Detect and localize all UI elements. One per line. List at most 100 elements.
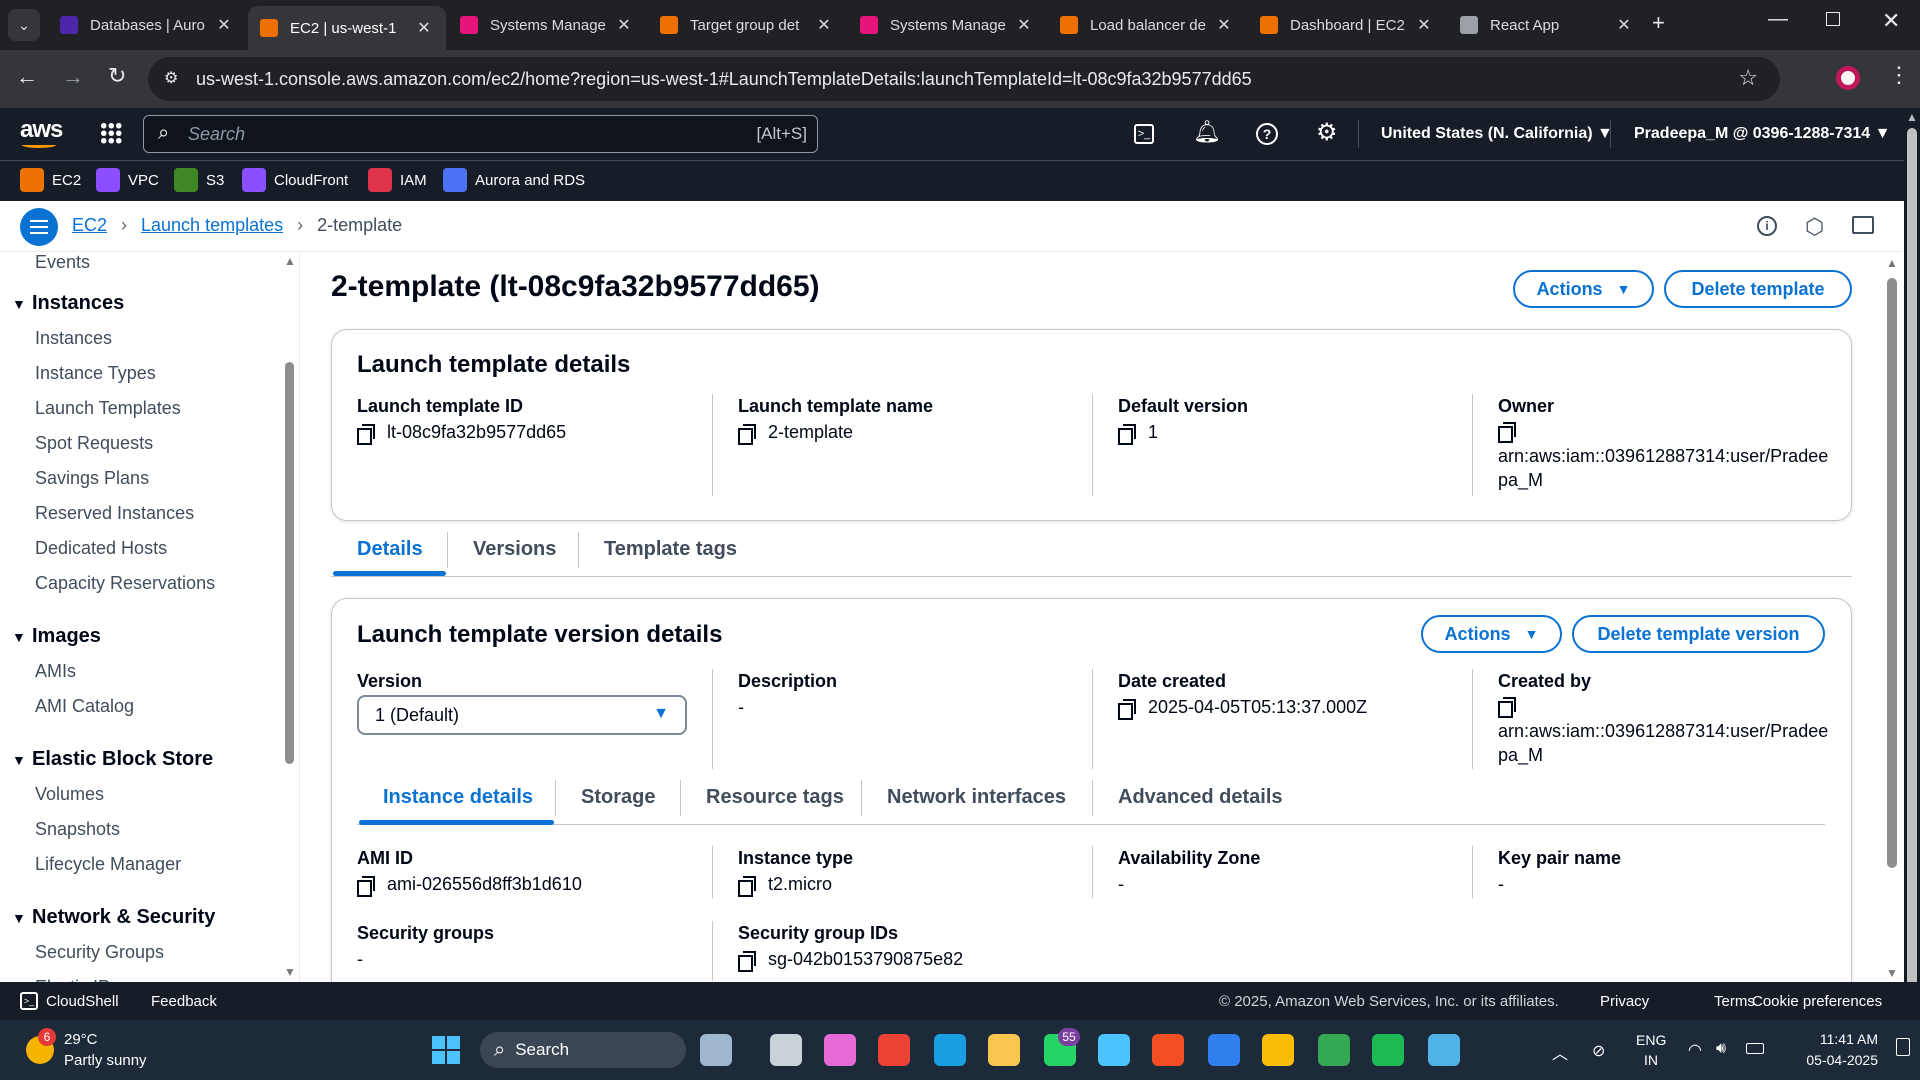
close-tab-icon[interactable]: ✕: [1614, 15, 1634, 35]
tab-template-tags[interactable]: Template tags: [604, 538, 737, 561]
terms-link[interactable]: Terms: [1714, 993, 1755, 1010]
sidebar-item[interactable]: Instances: [35, 328, 112, 349]
sidebar-item[interactable]: Security Groups: [35, 942, 164, 963]
browser-tab[interactable]: Load balancer de ✕: [1048, 6, 1246, 44]
region-selector[interactable]: United States (N. California) ▼: [1381, 125, 1613, 143]
clock-time[interactable]: 11:41 AM: [1788, 1031, 1878, 1047]
favorite-service[interactable]: S3: [174, 168, 224, 192]
bookmark-star-icon[interactable]: ☆: [1738, 65, 1758, 91]
sidebar-item-events[interactable]: Events: [35, 252, 90, 273]
copy-icon[interactable]: [1118, 698, 1136, 720]
copy-icon[interactable]: [738, 950, 756, 972]
copy-icon[interactable]: [1118, 423, 1136, 445]
close-tab-icon[interactable]: ✕: [614, 15, 634, 35]
battery-icon[interactable]: [1746, 1043, 1764, 1054]
volume-icon[interactable]: 🔊︎: [1716, 1040, 1726, 1058]
favorite-service[interactable]: EC2: [20, 168, 81, 192]
minimize-button[interactable]: —: [1768, 8, 1788, 31]
main-scrollbar-thumb[interactable]: [1887, 278, 1897, 868]
sidebar-section-header[interactable]: ▼ Images: [12, 625, 101, 648]
chrome-icon[interactable]: [878, 1034, 910, 1066]
feedback-link[interactable]: Feedback: [151, 993, 217, 1010]
language-in[interactable]: IN: [1644, 1052, 1658, 1068]
sidebar-item[interactable]: Lifecycle Manager: [35, 854, 181, 875]
settings-gear-icon[interactable]: ⚙: [1316, 118, 1338, 147]
cookie-preferences-link[interactable]: Cookie preferences: [1752, 993, 1882, 1010]
vscode-icon[interactable]: [1208, 1034, 1240, 1066]
account-menu[interactable]: Pradeepa_M @ 0396-1288-7314 ▼: [1634, 125, 1890, 143]
clock-date[interactable]: 05-04-2025: [1788, 1052, 1878, 1068]
copy-icon[interactable]: [1498, 697, 1516, 718]
sidebar-item[interactable]: AMI Catalog: [35, 696, 134, 717]
chrome-profile-icon[interactable]: [1262, 1034, 1294, 1066]
taskbar-search-input[interactable]: ⌕ Search: [480, 1032, 686, 1068]
notifications-settings-icon[interactable]: ⬡: [1805, 214, 1824, 240]
close-tab-icon[interactable]: ✕: [414, 18, 434, 38]
scroll-down-arrow-icon[interactable]: ▼: [1886, 966, 1898, 980]
chrome-profile-2-icon[interactable]: [1318, 1034, 1350, 1066]
subtab-storage[interactable]: Storage: [581, 786, 655, 809]
reload-icon[interactable]: ↻: [108, 63, 126, 89]
close-window-button[interactable]: ✕: [1882, 8, 1900, 34]
page-scrollbar-thumb[interactable]: [1907, 128, 1917, 1004]
breadcrumb-ec2[interactable]: EC2: [72, 215, 107, 236]
restore-button[interactable]: [1826, 12, 1840, 26]
close-tab-icon[interactable]: ✕: [214, 15, 234, 35]
favorite-service[interactable]: CloudFront: [242, 168, 348, 192]
browser-tab[interactable]: Dashboard | EC2 ✕: [1248, 6, 1446, 44]
sidebar-item[interactable]: Launch Templates: [35, 398, 181, 419]
wifi-icon[interactable]: ◠: [1688, 1040, 1702, 1060]
edge-icon[interactable]: [934, 1034, 966, 1066]
copy-icon[interactable]: [1498, 422, 1516, 443]
back-icon[interactable]: ←: [16, 64, 38, 90]
photos-icon[interactable]: [1428, 1034, 1460, 1066]
sidebar-section-header[interactable]: ▼ Elastic Block Store: [12, 748, 213, 771]
browser-menu-icon[interactable]: ⋮: [1888, 62, 1910, 88]
help-icon[interactable]: ?: [1256, 123, 1278, 145]
sidebar-item[interactable]: Savings Plans: [35, 468, 149, 489]
new-tab-button[interactable]: +: [1652, 10, 1665, 36]
version-select[interactable]: 1 (Default) ▼: [357, 695, 687, 735]
cloudshell-link[interactable]: CloudShell: [46, 993, 119, 1010]
network-off-icon[interactable]: ⊘: [1592, 1041, 1605, 1061]
file-explorer-icon[interactable]: [988, 1034, 1020, 1066]
delete-template-button[interactable]: Delete template: [1664, 270, 1852, 308]
sidebar-item[interactable]: AMIs: [35, 661, 76, 682]
hamburger-menu-button[interactable]: [20, 208, 58, 246]
display-settings-icon[interactable]: [1852, 216, 1874, 234]
delete-template-version-button[interactable]: Delete template version: [1572, 615, 1825, 653]
actions-button[interactable]: Actions ▼: [1513, 270, 1654, 308]
notepad-icon[interactable]: [1098, 1034, 1130, 1066]
favorite-service[interactable]: IAM: [368, 168, 427, 192]
browser-tab[interactable]: Target group det ✕: [648, 6, 846, 44]
breadcrumb-launch-templates[interactable]: Launch templates: [141, 215, 283, 236]
tab-search-button[interactable]: ⌄: [8, 9, 40, 41]
weather-temp[interactable]: 29°C: [64, 1031, 98, 1048]
notification-center-icon[interactable]: [1896, 1038, 1910, 1056]
cloudshell-footer-icon[interactable]: >_: [20, 992, 38, 1010]
created-by-copy[interactable]: [1498, 697, 1528, 718]
subtab-instance-details[interactable]: Instance details: [383, 786, 533, 809]
subtab-advanced-details[interactable]: Advanced details: [1118, 786, 1283, 809]
spotify-icon[interactable]: [1372, 1034, 1404, 1066]
close-tab-icon[interactable]: ✕: [1014, 15, 1034, 35]
favorite-service[interactable]: VPC: [96, 168, 159, 192]
close-tab-icon[interactable]: ✕: [1214, 15, 1234, 35]
aws-search-input[interactable]: ⌕ Search [Alt+S]: [143, 115, 818, 153]
windows-start-icon[interactable]: [432, 1036, 460, 1064]
sidebar-scrollbar-thumb[interactable]: [285, 362, 294, 764]
copy-icon[interactable]: [738, 875, 756, 897]
notifications-bell-icon[interactable]: 🔔︎: [1193, 119, 1221, 145]
sidebar-item[interactable]: Spot Requests: [35, 433, 153, 454]
browser-tab[interactable]: Systems Manage ✕: [448, 6, 646, 44]
address-bar[interactable]: ⚙ us-west-1.console.aws.amazon.com/ec2/h…: [148, 57, 1780, 101]
profile-avatar[interactable]: [1836, 66, 1860, 90]
sidebar-section-header[interactable]: ▼ Network & Security: [12, 906, 215, 929]
tab-details[interactable]: Details: [357, 538, 423, 561]
privacy-link[interactable]: Privacy: [1600, 993, 1649, 1010]
subtab-resource-tags[interactable]: Resource tags: [706, 786, 844, 809]
sidebar-section-header[interactable]: ▼ Instances: [12, 292, 124, 315]
browser-tab[interactable]: Systems Manage ✕: [848, 6, 1046, 44]
version-actions-button[interactable]: Actions ▼: [1421, 615, 1562, 653]
browser-tab[interactable]: React App ✕: [1448, 6, 1646, 44]
